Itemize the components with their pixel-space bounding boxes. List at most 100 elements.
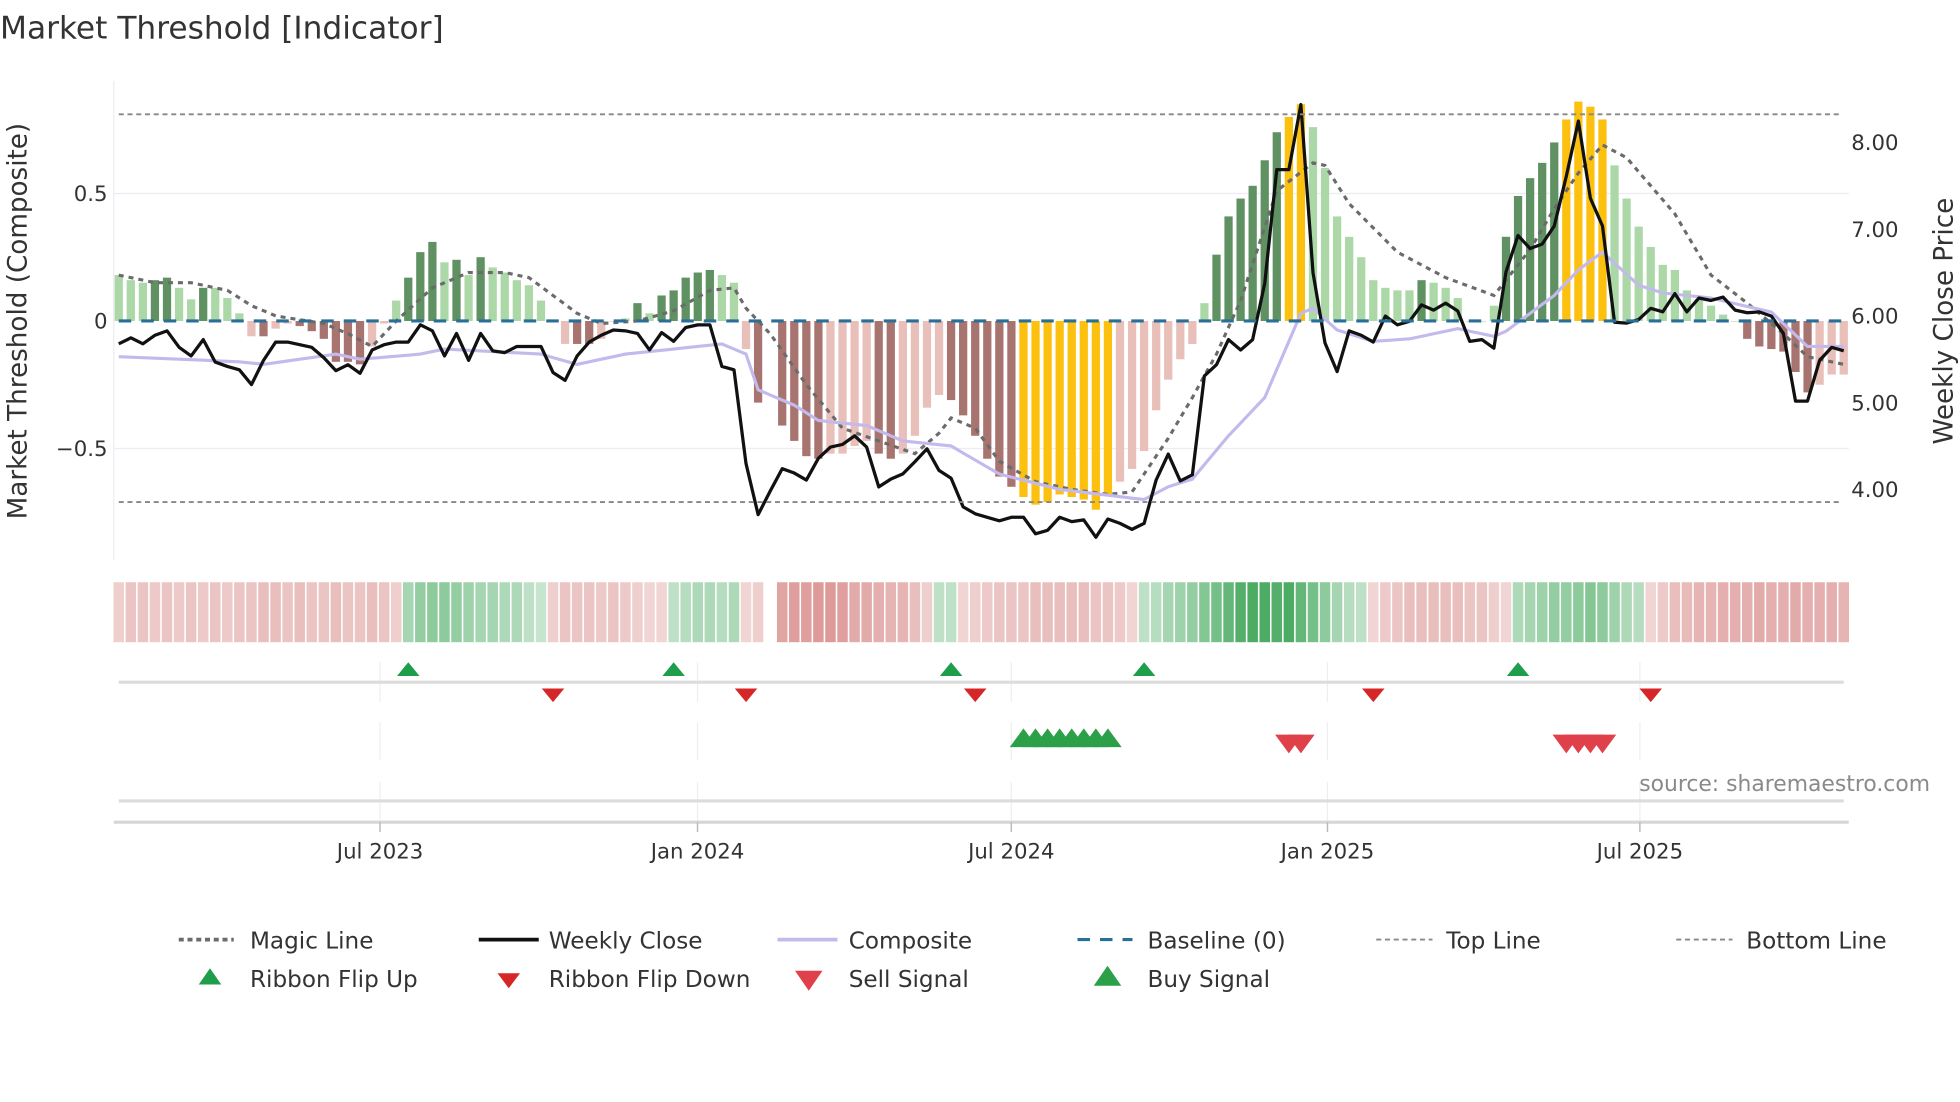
ribbon-cell — [475, 582, 486, 643]
ribbon-cell — [137, 582, 149, 643]
legend-item-ribbon-flip-down[interactable]: Ribbon Flip Down — [497, 967, 751, 993]
ribbon-cell — [982, 582, 993, 643]
composite-bar — [1152, 320, 1161, 411]
ribbon-cell — [1512, 582, 1524, 643]
legend-label: Weekly Close — [549, 928, 703, 954]
ribbon-cell — [1729, 582, 1741, 643]
left-tick-label: 0.5 — [74, 182, 108, 207]
x-tick-label: Jan 2025 — [1279, 839, 1375, 864]
left-axis-label: Market Threshold (Composite) — [3, 123, 33, 520]
composite-bar — [1127, 320, 1137, 469]
triangle-down-icon — [795, 970, 823, 991]
ribbon-cell — [1548, 582, 1560, 643]
ribbon-cell — [1754, 582, 1765, 643]
ribbon-cell — [1657, 582, 1669, 643]
composite-bar — [1079, 320, 1088, 500]
ribbon-cell — [1150, 582, 1162, 643]
legend-item-magic-line[interactable]: Magic Line — [178, 928, 374, 954]
legend-item-top-line[interactable]: Top Line — [1376, 928, 1541, 954]
triangle-up-icon — [1093, 965, 1122, 986]
ribbon-cell — [1018, 582, 1029, 643]
ribbon-cell — [1428, 582, 1439, 643]
axes: Jul 2023 Jan 2024 Jul 2024 Jan 2025 Jul 2025… — [56, 131, 1899, 864]
ribbon-flip-up-marker — [1132, 662, 1156, 676]
ribbon-cell — [632, 582, 643, 643]
ribbon-cell — [463, 582, 474, 643]
composite-bar — [1429, 282, 1438, 321]
ribbon-flip-up-marker — [397, 662, 420, 676]
composite-bar — [1067, 320, 1076, 497]
composite-bar — [1115, 320, 1125, 482]
legend-item-sell-signal[interactable]: Sell Signal — [795, 967, 969, 993]
ribbon-cell — [1175, 582, 1186, 643]
legend-label: Top Line — [1445, 928, 1541, 954]
legend-label: Ribbon Flip Up — [250, 967, 418, 993]
ribbon-cell — [306, 582, 318, 643]
composite-bar — [898, 320, 907, 454]
ribbon-cell — [378, 582, 390, 643]
ribbon-cell — [789, 582, 800, 643]
composite-bar — [838, 320, 847, 454]
legend-item-composite[interactable]: Composite — [777, 928, 973, 954]
legend-item-ribbon-flip-up[interactable]: Ribbon Flip Up — [198, 967, 418, 993]
ribbon-flip-down-marker — [734, 688, 758, 703]
ribbon-cell — [933, 582, 945, 643]
composite-bar — [1236, 198, 1245, 321]
legend-item-weekly-close[interactable]: Weekly Close — [478, 928, 703, 954]
ribbon-cell — [692, 582, 704, 643]
ribbon-cell — [994, 582, 1005, 643]
ribbon-cell — [1078, 582, 1090, 643]
ribbon-cell — [535, 582, 547, 643]
ribbon-cell — [1307, 582, 1319, 643]
triangle-up-icon — [198, 968, 222, 985]
composite-bar — [392, 300, 401, 321]
ribbon-cell — [1693, 582, 1705, 643]
ribbon-cell — [849, 582, 860, 643]
ribbon-cell — [511, 582, 523, 643]
composite-bar — [717, 275, 727, 321]
triangle-down-icon — [497, 973, 520, 989]
ribbon-cell — [1404, 582, 1415, 643]
composite-bar — [211, 287, 220, 321]
ribbon-cell — [1295, 582, 1307, 643]
ribbon-cell — [776, 582, 788, 643]
ribbon-cell — [1573, 582, 1584, 643]
ribbon-cell — [559, 582, 571, 643]
ribbon-cell — [957, 582, 969, 643]
ribbon-cell — [813, 582, 824, 643]
composite-bar — [1332, 216, 1342, 321]
composite-bar — [1019, 320, 1028, 497]
legend-item-baseline[interactable]: Baseline (0) — [1077, 928, 1286, 954]
ribbon-cell — [1645, 582, 1656, 643]
composite-bar — [910, 320, 920, 436]
composite-bar — [488, 267, 497, 321]
composite-bar — [681, 277, 690, 321]
ribbon-cell — [1006, 582, 1017, 643]
legend-label: Magic Line — [250, 928, 373, 954]
ribbon-cell — [1452, 582, 1463, 643]
ribbon-cell — [596, 582, 607, 643]
legend-item-bottom-line[interactable]: Bottom Line — [1676, 928, 1887, 954]
ribbon-cell — [740, 582, 752, 643]
composite-bar — [1224, 216, 1233, 321]
composite-bar — [1562, 119, 1571, 321]
ribbon-cell — [1585, 582, 1596, 643]
ribbon-cell — [1464, 582, 1476, 643]
ribbon-cell — [1066, 582, 1077, 643]
composite-bar — [1272, 132, 1281, 321]
ribbon-cell — [342, 582, 354, 643]
ribbon-cell — [1259, 582, 1270, 643]
ribbon-cell — [1802, 582, 1813, 643]
ribbon-cell — [1440, 582, 1451, 643]
ribbon-cell — [704, 582, 716, 643]
ribbon-strip — [113, 582, 1850, 643]
x-tick-label: Jan 2024 — [649, 839, 745, 864]
ribbon-cell — [571, 582, 583, 643]
ribbon-flip-down-marker — [1362, 688, 1385, 703]
composite-bar — [1248, 185, 1257, 321]
ribbon-cell — [1536, 582, 1548, 643]
ribbon-cell — [366, 582, 378, 643]
ribbon-cell — [1126, 582, 1138, 643]
legend-item-buy-signal[interactable]: Buy Signal — [1093, 965, 1270, 993]
ribbon-cell — [427, 582, 438, 643]
